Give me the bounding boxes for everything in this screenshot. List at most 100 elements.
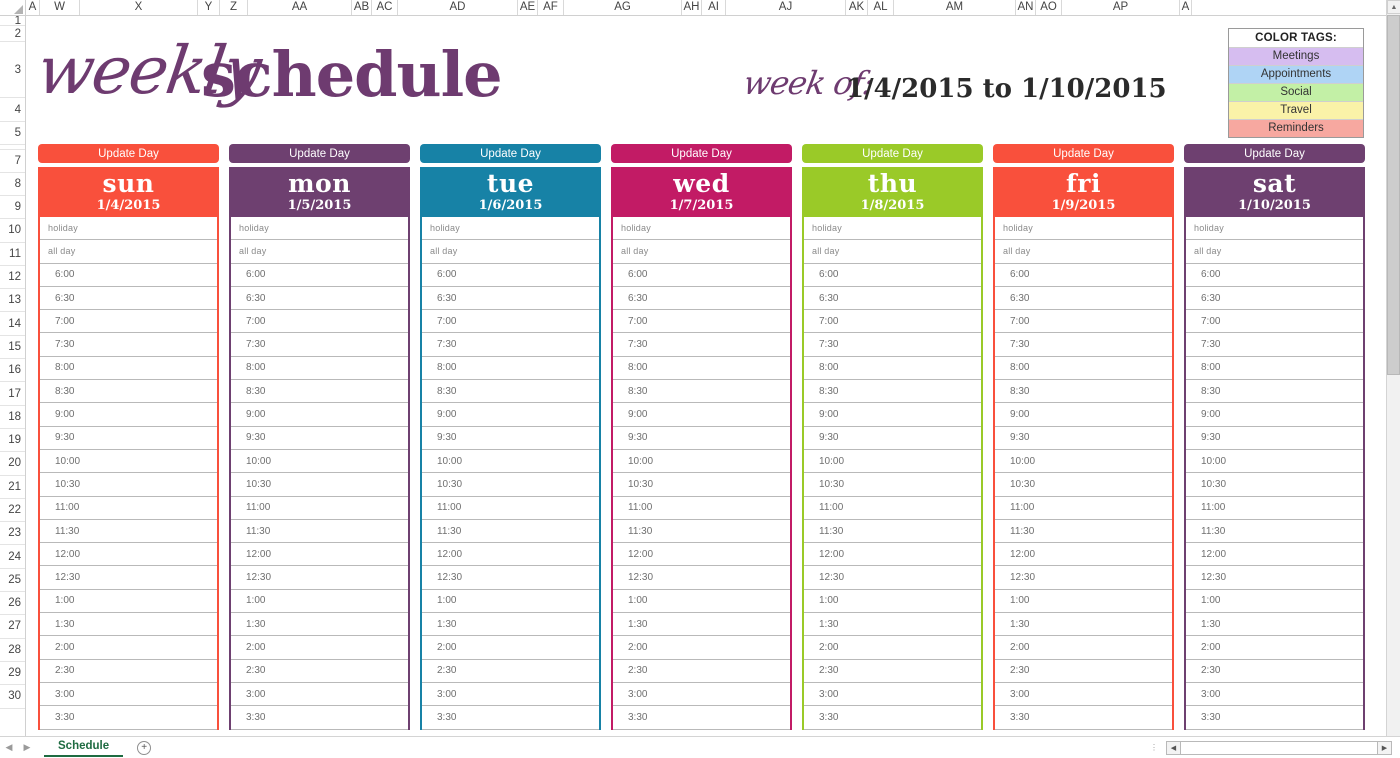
row-header-16[interactable]: 16 — [0, 359, 25, 383]
row-header-24[interactable]: 24 — [0, 545, 25, 569]
slot-sat-100[interactable]: 1:00 — [1186, 589, 1363, 614]
slot-fri-100[interactable]: 1:00 — [995, 589, 1172, 614]
slot-sun-all-day[interactable]: all day — [40, 240, 217, 264]
slot-mon-230[interactable]: 2:30 — [231, 659, 408, 683]
slot-fri-1000[interactable]: 10:00 — [995, 449, 1172, 474]
slot-thu-1230[interactable]: 12:30 — [804, 566, 981, 590]
slot-thu-130[interactable]: 1:30 — [804, 613, 981, 637]
slot-fri-800[interactable]: 8:00 — [995, 356, 1172, 381]
column-header-ai[interactable]: AI — [702, 0, 726, 15]
update-day-button-wed[interactable]: Update Day — [611, 144, 792, 163]
slot-thu-300[interactable]: 3:00 — [804, 682, 981, 707]
slot-sat-1030[interactable]: 10:30 — [1186, 473, 1363, 497]
slot-fri-300[interactable]: 3:00 — [995, 682, 1172, 707]
slot-tue-800[interactable]: 8:00 — [422, 356, 599, 381]
slot-tue-130[interactable]: 1:30 — [422, 613, 599, 637]
slot-sun-800[interactable]: 8:00 — [40, 356, 217, 381]
slot-wed-100[interactable]: 1:00 — [613, 589, 790, 614]
slot-sun-100[interactable]: 1:00 — [40, 589, 217, 614]
slot-mon-630[interactable]: 6:30 — [231, 286, 408, 311]
slot-wed-1000[interactable]: 10:00 — [613, 449, 790, 474]
slot-thu-200[interactable]: 2:00 — [804, 636, 981, 660]
slot-mon-930[interactable]: 9:30 — [231, 426, 408, 450]
row-header-19[interactable]: 19 — [0, 428, 25, 453]
slot-sun-330[interactable]: 3:30 — [40, 706, 217, 730]
slot-fri-700[interactable]: 7:00 — [995, 310, 1172, 334]
slot-sat-300[interactable]: 3:00 — [1186, 682, 1363, 707]
slot-wed-230[interactable]: 2:30 — [613, 659, 790, 683]
slot-fri-all-day[interactable]: all day — [995, 240, 1172, 264]
slot-mon-1200[interactable]: 12:00 — [231, 543, 408, 567]
column-header-al[interactable]: AL — [868, 0, 894, 15]
slot-mon-300[interactable]: 3:00 — [231, 682, 408, 707]
slot-sun-1100[interactable]: 11:00 — [40, 496, 217, 520]
column-header-ab[interactable]: AB — [352, 0, 372, 15]
slot-tue-700[interactable]: 7:00 — [422, 310, 599, 334]
slot-sat-900[interactable]: 9:00 — [1186, 403, 1363, 427]
column-header-z[interactable]: Z — [220, 0, 248, 15]
tab-next-arrow[interactable]: ▶ — [18, 742, 36, 753]
slot-fri-1200[interactable]: 12:00 — [995, 543, 1172, 567]
slot-sat-1100[interactable]: 11:00 — [1186, 496, 1363, 520]
slot-sat-730[interactable]: 7:30 — [1186, 333, 1363, 357]
row-header-22[interactable]: 22 — [0, 498, 25, 523]
column-header-a[interactable]: A — [1180, 0, 1192, 15]
slot-tue-100[interactable]: 1:00 — [422, 589, 599, 614]
slot-sat-130[interactable]: 1:30 — [1186, 613, 1363, 637]
slot-mon-600[interactable]: 6:00 — [231, 263, 408, 287]
row-header-27[interactable]: 27 — [0, 615, 25, 639]
slot-wed-930[interactable]: 9:30 — [613, 426, 790, 450]
row-header-30[interactable]: 30 — [0, 685, 25, 709]
scroll-left-arrow[interactable]: ◀ — [1166, 740, 1181, 755]
column-header-aa[interactable]: AA — [248, 0, 352, 15]
row-header-7[interactable]: 7 — [0, 150, 25, 173]
slot-sun-1130[interactable]: 11:30 — [40, 519, 217, 544]
update-day-button-fri[interactable]: Update Day — [993, 144, 1174, 163]
slot-fri-1030[interactable]: 10:30 — [995, 473, 1172, 497]
column-header-y[interactable]: Y — [198, 0, 220, 15]
slot-mon-200[interactable]: 2:00 — [231, 636, 408, 660]
slot-sun-830[interactable]: 8:30 — [40, 380, 217, 404]
slot-wed-600[interactable]: 6:00 — [613, 263, 790, 287]
horizontal-scrollbar[interactable]: ⋮ ◀ ▶ — [1150, 740, 1400, 755]
slot-sat-230[interactable]: 2:30 — [1186, 659, 1363, 683]
slot-wed-700[interactable]: 7:00 — [613, 310, 790, 334]
slot-thu-630[interactable]: 6:30 — [804, 286, 981, 311]
slot-wed-630[interactable]: 6:30 — [613, 286, 790, 311]
slot-tue-all-day[interactable]: all day — [422, 240, 599, 264]
slot-fri-630[interactable]: 6:30 — [995, 286, 1172, 311]
slot-mon-1100[interactable]: 11:00 — [231, 496, 408, 520]
row-header-1[interactable]: 1 — [0, 16, 25, 26]
slot-thu-1030[interactable]: 10:30 — [804, 473, 981, 497]
row-header-23[interactable]: 23 — [0, 522, 25, 546]
update-day-button-thu[interactable]: Update Day — [802, 144, 983, 163]
slot-wed-1030[interactable]: 10:30 — [613, 473, 790, 497]
slot-fri-730[interactable]: 7:30 — [995, 333, 1172, 357]
slot-tue-600[interactable]: 6:00 — [422, 263, 599, 287]
slot-thu-900[interactable]: 9:00 — [804, 403, 981, 427]
row-header-20[interactable]: 20 — [0, 452, 25, 476]
slot-mon-700[interactable]: 7:00 — [231, 310, 408, 334]
slot-thu-230[interactable]: 2:30 — [804, 659, 981, 683]
slot-mon-1000[interactable]: 10:00 — [231, 449, 408, 474]
slot-tue-1000[interactable]: 10:00 — [422, 449, 599, 474]
update-day-button-sat[interactable]: Update Day — [1184, 144, 1365, 163]
slot-wed-730[interactable]: 7:30 — [613, 333, 790, 357]
slot-sun-630[interactable]: 6:30 — [40, 286, 217, 311]
slot-wed-200[interactable]: 2:00 — [613, 636, 790, 660]
slot-sun-1230[interactable]: 12:30 — [40, 566, 217, 590]
slot-thu-730[interactable]: 7:30 — [804, 333, 981, 357]
slot-sun-300[interactable]: 3:00 — [40, 682, 217, 707]
row-header-8[interactable]: 8 — [0, 173, 25, 196]
slot-sat-830[interactable]: 8:30 — [1186, 380, 1363, 404]
select-all-corner[interactable] — [0, 0, 26, 15]
slot-wed-830[interactable]: 8:30 — [613, 380, 790, 404]
row-header-10[interactable]: 10 — [0, 219, 25, 243]
slot-sun-700[interactable]: 7:00 — [40, 310, 217, 334]
slot-thu-all-day[interactable]: all day — [804, 240, 981, 264]
slot-mon-100[interactable]: 1:00 — [231, 589, 408, 614]
slot-fri-holiday[interactable]: holiday — [995, 217, 1172, 241]
slot-wed-330[interactable]: 3:30 — [613, 706, 790, 730]
slot-tue-1230[interactable]: 12:30 — [422, 566, 599, 590]
row-header-29[interactable]: 29 — [0, 661, 25, 686]
